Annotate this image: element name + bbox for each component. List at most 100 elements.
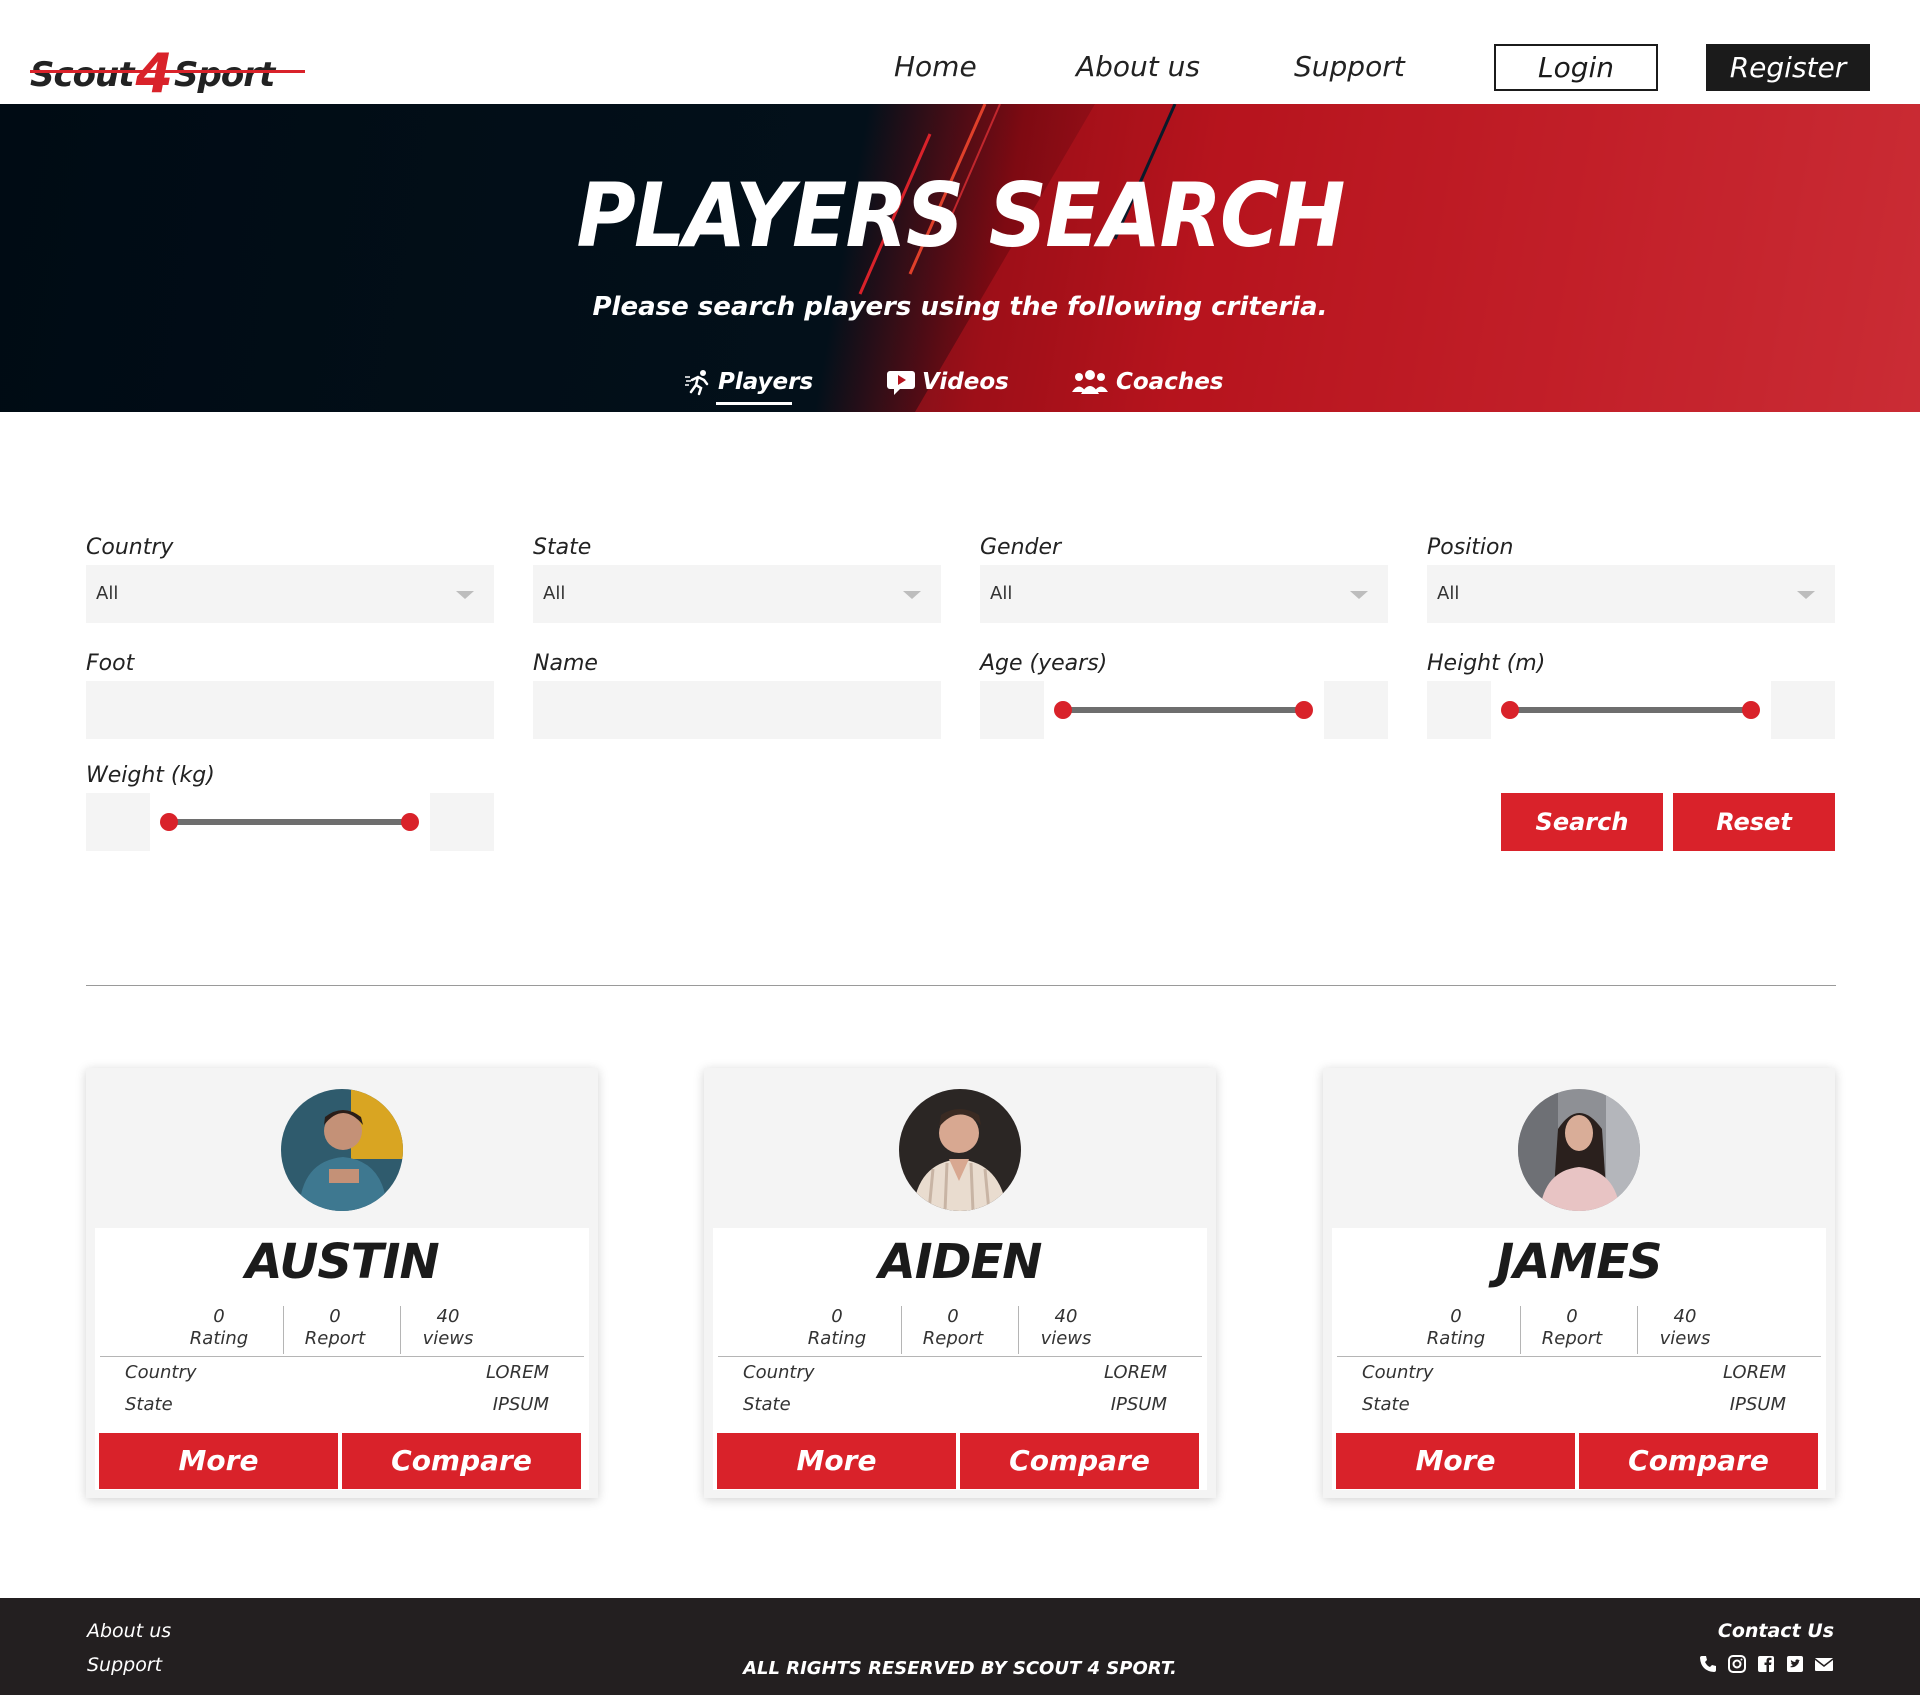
nav-support[interactable]: Support (1294, 50, 1405, 83)
age-min-box[interactable] (980, 681, 1044, 739)
state-field-label: State (743, 1394, 791, 1415)
views-stat: 40 views (1627, 1306, 1743, 1350)
avatar[interactable] (281, 1089, 403, 1211)
rating-stat: 0 Rating (779, 1306, 895, 1350)
hero-banner: PLAYERS SEARCH Please search players usi… (0, 104, 1920, 412)
weight-label: Weight (kg) (86, 763, 215, 788)
rating-label: Rating (1426, 1328, 1486, 1349)
page-title: PLAYERS SEARCH (576, 164, 1345, 267)
register-button[interactable]: Register (1706, 44, 1870, 91)
state-label: State (533, 535, 592, 560)
gender-select[interactable]: All (980, 565, 1388, 623)
site-footer: About us Support ALL RIGHTS RESERVED BY … (0, 1598, 1920, 1695)
nav-about-us[interactable]: About us (1076, 50, 1200, 83)
state-field-value: IPSUM (1110, 1394, 1167, 1415)
state-select[interactable]: All (533, 565, 941, 623)
weight-slider-track[interactable] (169, 819, 410, 825)
weight-max-box[interactable] (430, 793, 494, 851)
country-field-value: LOREM (1722, 1362, 1786, 1383)
player-name: AIDEN (878, 1234, 1043, 1290)
player-info: AIDEN 0 Rating 0 Report 40 views Country LO… (713, 1228, 1207, 1490)
instagram-icon[interactable] (1727, 1654, 1747, 1674)
player-card: AUSTIN 0 Rating 0 Report 40 views Country L… (86, 1068, 598, 1498)
tab-players-label: Players (718, 369, 814, 395)
rating-value: 0 (213, 1306, 225, 1327)
tab-players[interactable]: Players (684, 368, 813, 396)
country-field-label: Country (1362, 1362, 1434, 1383)
player-name: JAMES (1496, 1234, 1662, 1290)
reset-button[interactable]: Reset (1673, 793, 1835, 851)
twitter-icon[interactable] (1785, 1654, 1805, 1674)
video-chat-icon (886, 368, 916, 396)
rating-value: 0 (1450, 1306, 1462, 1327)
contact-us-link[interactable]: Contact Us (1718, 1620, 1834, 1642)
position-value: All (1437, 583, 1460, 604)
height-label: Height (m) (1427, 651, 1546, 676)
weight-max-handle[interactable] (401, 813, 419, 831)
height-min-handle[interactable] (1501, 701, 1519, 719)
avatar[interactable] (899, 1089, 1021, 1211)
views-value: 40 (436, 1306, 460, 1327)
country-label: Country (86, 535, 174, 560)
state-field-value: IPSUM (1729, 1394, 1786, 1415)
compare-button[interactable]: Compare (1579, 1433, 1818, 1489)
tab-coaches-label: Coaches (1116, 369, 1224, 395)
search-button[interactable]: Search (1501, 793, 1663, 851)
avatar[interactable] (1518, 1089, 1640, 1211)
state-field-label: State (1362, 1394, 1410, 1415)
logo-underline (30, 70, 305, 73)
tab-coaches[interactable]: Coaches (1070, 368, 1224, 396)
site-logo[interactable]: Scout4Sport (30, 12, 310, 105)
more-button[interactable]: More (1336, 1433, 1575, 1489)
report-stat: 0 Report (1514, 1306, 1630, 1350)
age-min-handle[interactable] (1054, 701, 1072, 719)
country-value: All (96, 583, 119, 604)
age-max-handle[interactable] (1295, 701, 1313, 719)
position-select[interactable]: All (1427, 565, 1835, 623)
height-min-box[interactable] (1427, 681, 1491, 739)
views-label: views (422, 1328, 474, 1349)
height-slider-track[interactable] (1510, 707, 1751, 713)
state-field-value: IPSUM (492, 1394, 549, 1415)
foot-input[interactable] (86, 681, 494, 739)
weight-min-handle[interactable] (160, 813, 178, 831)
more-button[interactable]: More (99, 1433, 338, 1489)
views-stat: 40 views (1008, 1306, 1124, 1350)
gender-value: All (990, 583, 1013, 604)
compare-button[interactable]: Compare (342, 1433, 581, 1489)
report-stat: 0 Report (895, 1306, 1011, 1350)
height-max-box[interactable] (1771, 681, 1835, 739)
report-value: 0 (947, 1306, 959, 1327)
country-field-value: LOREM (1103, 1362, 1167, 1383)
name-input[interactable] (533, 681, 941, 739)
report-label: Report (304, 1328, 366, 1349)
logo-four: 4 (135, 42, 173, 105)
nav-home[interactable]: Home (894, 50, 977, 83)
footer-about-link[interactable]: About us (87, 1620, 171, 1642)
chevron-down-icon (1350, 591, 1368, 599)
age-max-box[interactable] (1324, 681, 1388, 739)
country-field-label: Country (125, 1362, 197, 1383)
login-button[interactable]: Login (1494, 44, 1658, 91)
country-select[interactable]: All (86, 565, 494, 623)
rating-stat: 0 Rating (1398, 1306, 1514, 1350)
more-button[interactable]: More (717, 1433, 956, 1489)
state-field-label: State (125, 1394, 173, 1415)
report-value: 0 (1566, 1306, 1578, 1327)
phone-icon[interactable] (1698, 1654, 1718, 1674)
facebook-icon[interactable] (1756, 1654, 1776, 1674)
views-value: 40 (1054, 1306, 1078, 1327)
country-field-label: Country (743, 1362, 815, 1383)
logo-text-left: Scout (30, 55, 134, 95)
page-subtitle: Please search players using the followin… (592, 292, 1328, 322)
state-value: All (543, 583, 566, 604)
name-label: Name (533, 651, 598, 676)
logo-text-right: Sport (174, 55, 275, 95)
mail-icon[interactable] (1814, 1654, 1834, 1674)
height-max-handle[interactable] (1742, 701, 1760, 719)
age-slider-track[interactable] (1063, 707, 1304, 713)
gender-label: Gender (980, 535, 1062, 560)
compare-button[interactable]: Compare (960, 1433, 1199, 1489)
weight-min-box[interactable] (86, 793, 150, 851)
tab-videos[interactable]: Videos (886, 368, 1009, 396)
